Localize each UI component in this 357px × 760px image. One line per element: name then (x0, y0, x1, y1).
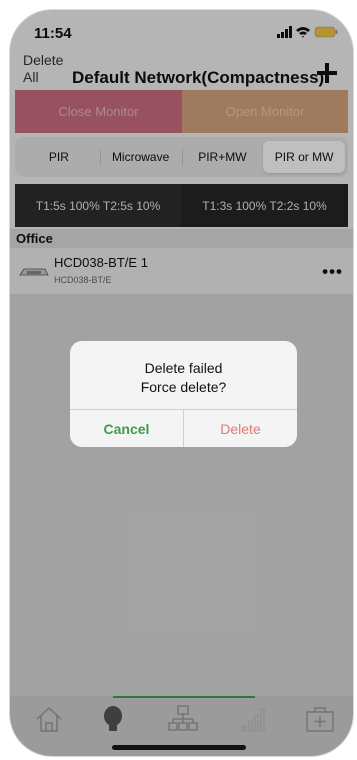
dialog-message-line1: Delete failed (144, 360, 223, 376)
dialog-message: Delete failed Force delete? (70, 359, 297, 397)
phone-screen: 11:54 Delete All Default Network(Compact… (10, 10, 353, 756)
cancel-button[interactable]: Cancel (70, 410, 183, 447)
delete-failed-dialog: Delete failed Force delete? Cancel Delet… (70, 341, 297, 447)
dialog-message-line2: Force delete? (140, 379, 227, 395)
force-delete-button[interactable]: Delete (184, 410, 297, 447)
home-indicator[interactable] (112, 745, 246, 750)
